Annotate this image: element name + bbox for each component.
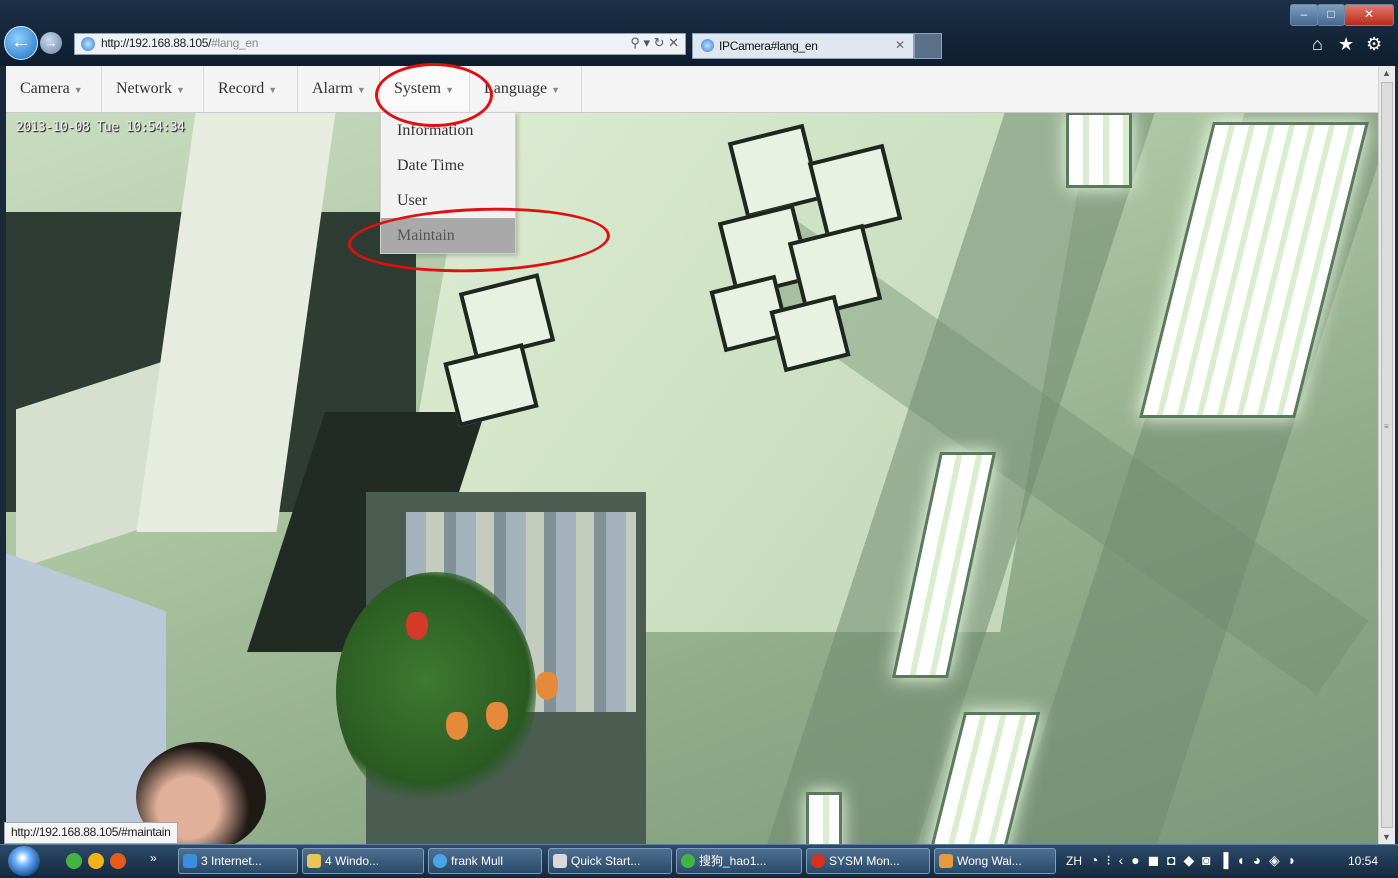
- address-url-hash: #lang_en: [211, 36, 259, 50]
- taskbar-item-quick-start[interactable]: Quick Start...: [548, 848, 672, 874]
- menu-system[interactable]: System ▼: [380, 66, 470, 112]
- quicklaunch-icon[interactable]: [88, 853, 104, 869]
- scene-flower: [536, 672, 558, 700]
- scene-plant: [336, 572, 536, 812]
- chevron-down-icon: ▼: [356, 85, 366, 95]
- tray-icons[interactable]: ◔ ⁝ ‹ ● ◼ ◘ ◆ ◙ ▐ ◖ ◕ ◈ ◗: [1090, 852, 1298, 869]
- home-icon[interactable]: ⌂: [1312, 34, 1323, 55]
- tab-title: IPCamera#lang_en: [719, 39, 818, 53]
- browser-icon: [681, 854, 695, 868]
- menu-record[interactable]: Record ▼: [204, 66, 298, 112]
- camera-web-page: 2013-10-08 Tue 10:54:34 Camera ▼ Network ▼…: [6, 66, 1378, 844]
- menu-alarm[interactable]: Alarm ▼: [298, 66, 380, 112]
- quicklaunch-icon[interactable]: [66, 853, 82, 869]
- quicklaunch-more-icon[interactable]: »: [150, 851, 157, 865]
- vertical-scrollbar[interactable]: ▲ ≡ ▼: [1378, 66, 1395, 844]
- dropdown-item-maintain[interactable]: Maintain: [381, 218, 515, 253]
- maximize-button[interactable]: □: [1317, 4, 1345, 26]
- taskbar-item-label: frank Mull: [451, 854, 504, 868]
- taskbar-item-hao[interactable]: 搜狗_hao1...: [676, 848, 802, 874]
- scene-flower: [486, 702, 508, 730]
- scrollbar-grip-icon: ≡: [1384, 422, 1389, 431]
- menu-language-label: Language: [484, 80, 548, 97]
- chevron-down-icon: ▼: [551, 85, 560, 95]
- star-icon[interactable]: ★: [1338, 34, 1354, 55]
- chevron-down-icon: ▼: [268, 85, 278, 95]
- camera-video-view[interactable]: 2013-10-08 Tue 10:54:34: [6, 112, 1378, 844]
- windows-taskbar: » 3 Internet... 4 Windo... frank Mull Qu…: [0, 844, 1398, 878]
- taskbar-item-label: Wong Wai...: [957, 854, 1022, 868]
- gear-icon[interactable]: ⚙: [1366, 34, 1382, 55]
- address-url: http://192.168.88.105/#lang_en: [101, 36, 258, 50]
- taskbar-item-label: 搜狗_hao1...: [699, 854, 767, 868]
- forward-button[interactable]: →: [40, 32, 62, 54]
- address-url-main: http://192.168.88.105/: [101, 36, 212, 50]
- menu-camera-label: Camera: [20, 80, 70, 97]
- close-window-button[interactable]: ✕: [1344, 4, 1394, 26]
- scene-flower: [406, 612, 428, 640]
- menu-network[interactable]: Network ▼: [102, 66, 204, 112]
- taskbar-item-windows[interactable]: 4 Windo...: [302, 848, 424, 874]
- taskbar-item-sysm[interactable]: SYSM Mon...: [806, 848, 930, 874]
- monitor-app-icon: [811, 854, 825, 868]
- folder-icon: [307, 854, 321, 868]
- camera-menu-bar: Camera ▼ Network ▼ Record ▼ Alarm ▼ System ▼ …: [6, 66, 1378, 113]
- menu-language[interactable]: Language ▼: [470, 66, 582, 112]
- status-bar-url: http://192.168.88.105/#maintain: [4, 822, 178, 844]
- new-tab-button[interactable]: [914, 33, 942, 59]
- scroll-up-icon[interactable]: ▲: [1382, 68, 1391, 78]
- tab-page-icon: [701, 39, 714, 52]
- dropdown-item-user[interactable]: User: [381, 183, 515, 218]
- taskbar-item-label: 3 Internet...: [201, 854, 262, 868]
- chevron-down-icon: ▼: [445, 85, 455, 95]
- address-tools[interactable]: ⚲ ▾ ↻ ✕: [630, 35, 679, 51]
- menu-alarm-label: Alarm: [312, 80, 353, 97]
- taskbar-item-label: SYSM Mon...: [829, 854, 900, 868]
- start-button[interactable]: [8, 846, 40, 876]
- menu-network-label: Network: [116, 80, 172, 97]
- quicklaunch-icon[interactable]: [110, 853, 126, 869]
- browser-chrome: – □ ✕ ← → http://192.168.88.105/#lang_en…: [0, 0, 1398, 66]
- dropdown-item-information[interactable]: Information: [381, 113, 515, 148]
- menu-system-label: System: [394, 80, 442, 97]
- taskbar-item-internet[interactable]: 3 Internet...: [178, 848, 298, 874]
- taskbar-item-frank[interactable]: frank Mull: [428, 848, 542, 874]
- scene-flower: [446, 712, 468, 740]
- chevron-down-icon: ▼: [73, 85, 83, 95]
- scroll-down-icon[interactable]: ▼: [1382, 832, 1391, 842]
- tab-close-icon[interactable]: ✕: [895, 38, 905, 52]
- system-dropdown-menu: Information Date Time User Maintain: [380, 112, 516, 254]
- scrollbar-thumb[interactable]: [1381, 82, 1393, 828]
- ie-icon: [183, 854, 197, 868]
- page-icon: [81, 37, 95, 51]
- taskbar-item-label: Quick Start...: [571, 854, 641, 868]
- taskbar-item-wong[interactable]: Wong Wai...: [934, 848, 1056, 874]
- back-button[interactable]: ←: [4, 26, 38, 60]
- menu-record-label: Record: [218, 80, 265, 97]
- tray-clock[interactable]: 10:54: [1348, 854, 1378, 868]
- minimize-button[interactable]: –: [1290, 4, 1318, 26]
- scene-ceiling-lamp: [1066, 112, 1132, 188]
- document-icon: [553, 854, 567, 868]
- dropdown-item-date-time[interactable]: Date Time: [381, 148, 515, 183]
- camera-timestamp-osd: 2013-10-08 Tue 10:54:34: [16, 120, 185, 135]
- language-indicator[interactable]: ZH: [1066, 854, 1082, 868]
- chevron-down-icon: ▼: [175, 85, 185, 95]
- menu-camera[interactable]: Camera ▼: [6, 66, 102, 112]
- tab-ipcamera[interactable]: IPCamera#lang_en ✕: [692, 33, 914, 59]
- user-icon: [939, 854, 953, 868]
- scene-ceiling-lamp: [806, 792, 842, 844]
- address-bar[interactable]: http://192.168.88.105/#lang_en ⚲ ▾ ↻ ✕: [74, 33, 686, 55]
- chat-icon: [433, 854, 447, 868]
- taskbar-item-label: 4 Windo...: [325, 854, 380, 868]
- system-tray: ZH ◔ ⁝ ‹ ● ◼ ◘ ◆ ◙ ▐ ◖ ◕ ◈ ◗ 10:54: [1060, 850, 1398, 874]
